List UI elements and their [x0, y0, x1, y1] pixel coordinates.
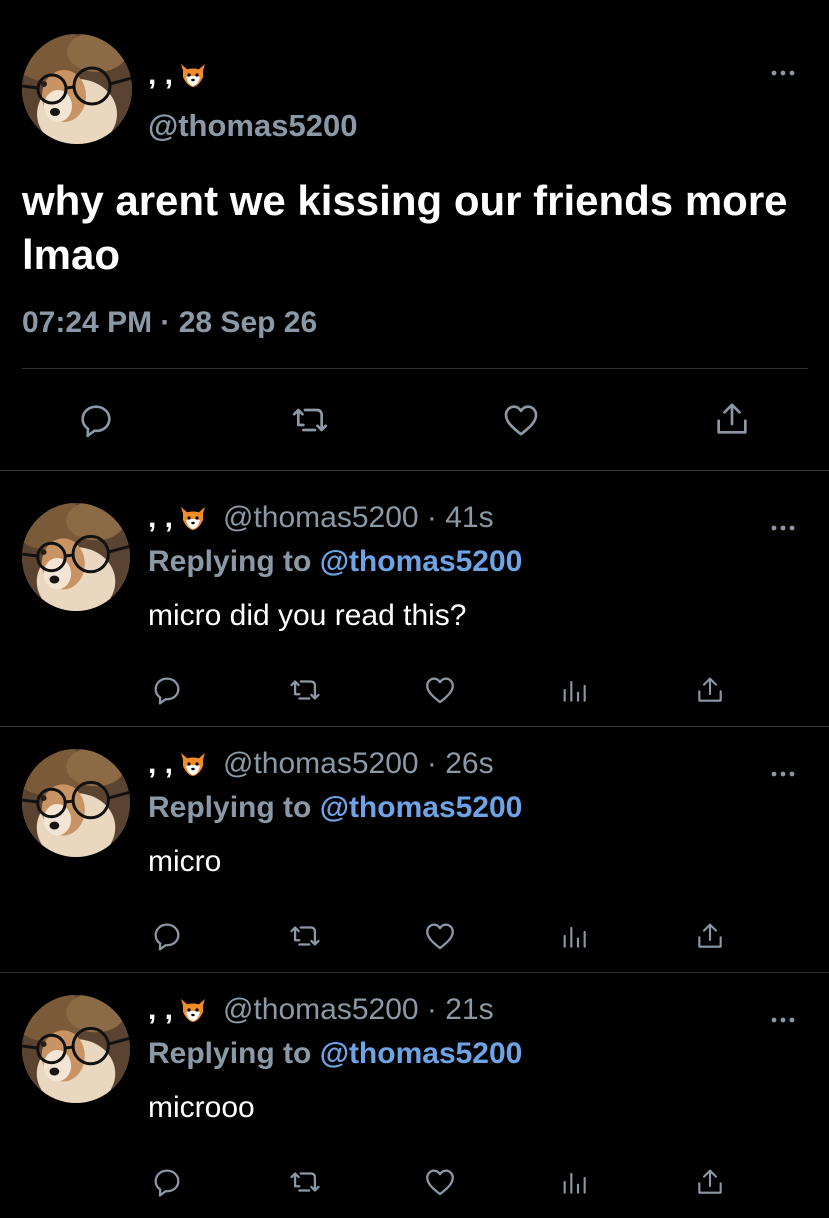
- tweet-text: why arent we kissing our friends more lm…: [22, 177, 788, 278]
- share-icon[interactable]: [694, 919, 726, 953]
- reply-tweet[interactable]: , , @thomas5200 · 41s Replying to @thoma…: [0, 481, 829, 727]
- replying-to: Replying to @thomas5200: [148, 791, 522, 825]
- fox-face-icon: [179, 751, 207, 777]
- replying-prefix: Replying to: [148, 791, 312, 824]
- reply-tweet[interactable]: , , @thomas5200 · 21s Replying to @thoma…: [0, 973, 829, 1218]
- avatar[interactable]: [22, 995, 130, 1103]
- display-name-text[interactable]: , ,: [148, 501, 173, 535]
- display-name-text[interactable]: , ,: [148, 747, 173, 781]
- handle-and-time[interactable]: @thomas5200 · 21s: [223, 993, 494, 1027]
- display-name-text: , ,: [148, 58, 174, 91]
- mention-link[interactable]: @thomas5200: [320, 791, 523, 824]
- retweet-icon[interactable]: [286, 919, 324, 953]
- analytics-icon[interactable]: [558, 919, 590, 953]
- retweet-icon[interactable]: [288, 400, 332, 440]
- replying-to: Replying to @thomas5200: [148, 1037, 522, 1071]
- handle-and-time[interactable]: @thomas5200 · 41s: [223, 501, 494, 535]
- replying-to: Replying to @thomas5200: [148, 545, 522, 579]
- more-options-icon[interactable]: [770, 64, 796, 72]
- avatar[interactable]: [22, 749, 130, 857]
- retweet-icon[interactable]: [286, 673, 324, 707]
- fox-face-icon: [179, 505, 207, 531]
- mention-link[interactable]: @thomas5200: [320, 545, 523, 578]
- like-icon[interactable]: [500, 400, 542, 440]
- reply-icon[interactable]: [150, 1165, 184, 1199]
- avatar[interactable]: [22, 34, 132, 144]
- replying-prefix: Replying to: [148, 545, 312, 578]
- reply-tweet[interactable]: , , @thomas5200 · 26s Replying to @thoma…: [0, 727, 829, 973]
- avatar[interactable]: [22, 503, 130, 611]
- reply-header: , , @thomas5200 · 21s: [148, 993, 494, 1027]
- tweet-timestamp[interactable]: 07:24 PM · 28 Sep 26: [22, 306, 317, 340]
- mention-link[interactable]: @thomas5200: [320, 1037, 523, 1070]
- share-icon[interactable]: [712, 398, 752, 440]
- divider: [22, 368, 808, 369]
- like-icon[interactable]: [422, 673, 458, 707]
- analytics-icon[interactable]: [558, 1165, 590, 1199]
- reply-icon[interactable]: [76, 400, 116, 440]
- main-tweet[interactable]: , , @thomas5200 why arent we kissing our…: [0, 0, 829, 471]
- reply-text: microoo: [148, 1091, 255, 1124]
- fox-face-icon: [179, 62, 207, 88]
- more-options-icon[interactable]: [770, 519, 796, 527]
- display-name[interactable]: , ,: [148, 58, 207, 92]
- display-name-text[interactable]: , ,: [148, 993, 173, 1027]
- reply-text: micro did you read this?: [148, 599, 467, 632]
- share-icon[interactable]: [694, 673, 726, 707]
- more-options-icon[interactable]: [770, 765, 796, 773]
- user-handle[interactable]: @thomas5200: [148, 108, 357, 144]
- analytics-icon[interactable]: [558, 673, 590, 707]
- reply-icon[interactable]: [150, 673, 184, 707]
- handle-and-time[interactable]: @thomas5200 · 26s: [223, 747, 494, 781]
- reply-header: , , @thomas5200 · 41s: [148, 501, 494, 535]
- like-icon[interactable]: [422, 919, 458, 953]
- replying-prefix: Replying to: [148, 1037, 312, 1070]
- reply-icon[interactable]: [150, 919, 184, 953]
- more-options-icon[interactable]: [770, 1011, 796, 1019]
- reply-header: , , @thomas5200 · 26s: [148, 747, 494, 781]
- fox-face-icon: [179, 997, 207, 1023]
- reply-text: micro: [148, 845, 222, 878]
- like-icon[interactable]: [422, 1165, 458, 1199]
- retweet-icon[interactable]: [286, 1165, 324, 1199]
- share-icon[interactable]: [694, 1165, 726, 1199]
